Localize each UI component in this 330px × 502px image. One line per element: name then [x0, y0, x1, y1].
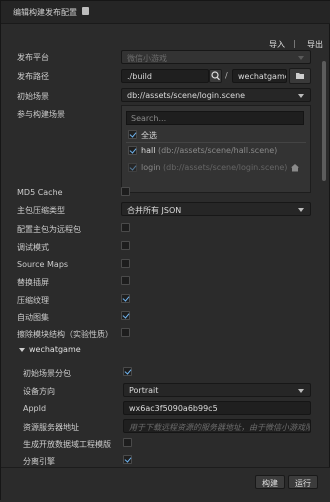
md5-cache-label: MD5 Cache: [17, 188, 63, 197]
separate-engine-checkbox[interactable]: [123, 455, 132, 464]
scenes-search-input[interactable]: Search...: [126, 111, 304, 125]
wechat-section-header[interactable]: wechatgame: [29, 345, 81, 354]
remote-server-label: 资源服务器地址: [23, 423, 79, 432]
auto-atlas-label: 自动图集: [17, 313, 49, 322]
scene-login-path: (db://assets/scene/login.scene): [163, 163, 288, 172]
appid-label: AppId: [23, 404, 47, 413]
chevron-down-icon: [298, 94, 304, 98]
replace-splash-checkbox[interactable]: [121, 276, 130, 285]
panel-divider: [126, 142, 306, 143]
scenes-panel: Search... 全选 hall (db://assets/scene/hal…: [121, 105, 311, 193]
compress-texture-label: 压缩纹理: [17, 296, 49, 305]
source-maps-checkbox[interactable]: [121, 259, 130, 268]
scenes-label: 参与构建场景: [17, 110, 65, 119]
initial-subpackage-label: 初始场景分包: [23, 369, 71, 378]
path-separator: /: [225, 71, 228, 80]
auto-atlas-checkbox[interactable]: [121, 311, 130, 320]
platform-value: 微信小游戏: [127, 54, 167, 63]
path-label: 发布路径: [17, 72, 49, 81]
scene-item-hall: hall (db://assets/scene/hall.scene): [141, 146, 277, 155]
path-dir-input[interactable]: wechatgame: [232, 69, 287, 83]
import-button[interactable]: 导入: [269, 39, 285, 50]
start-scene-value: db://assets/scene/login.scene: [127, 91, 246, 100]
lock-icon: [82, 7, 89, 15]
magnifier-icon: [211, 71, 220, 81]
remote-server-input[interactable]: 用于下载远程资源的服务器地址，由于微信小游戏限制…: [123, 419, 311, 433]
scene-hall-name: hall: [141, 146, 156, 155]
debug-checkbox[interactable]: [121, 241, 130, 250]
start-scene-select[interactable]: db://assets/scene/login.scene: [121, 88, 311, 102]
scene-item-login: login (db://assets/scene/login.scene): [141, 163, 287, 172]
scene-login-name: login: [141, 163, 161, 172]
build-button[interactable]: 构建: [255, 475, 285, 489]
erase-modules-checkbox[interactable]: [121, 328, 130, 337]
appid-value: wx6ac3f5090a6b99c5: [129, 404, 218, 413]
replace-splash-label: 替换插屏: [17, 278, 49, 287]
scene-login-checkbox: [128, 163, 137, 172]
export-button[interactable]: 导出: [307, 39, 323, 50]
home-icon: [291, 164, 299, 172]
scene-hall-path: (db://assets/scene/hall.scene): [157, 146, 278, 155]
select-all-label: 全选: [141, 131, 157, 140]
path-input[interactable]: ./build: [121, 69, 209, 83]
build-config-window: 编辑构建发布配置 导入 | 导出 发布平台 微信小游戏 发布路径 ./build…: [0, 0, 330, 502]
run-button[interactable]: 运行: [288, 475, 318, 489]
path-value: ./build: [127, 72, 152, 81]
path-dir-value: wechatgame: [238, 72, 287, 81]
platform-label: 发布平台: [17, 53, 49, 62]
debug-label: 调试模式: [17, 243, 49, 252]
source-maps-label: Source Maps: [17, 260, 69, 269]
main-compress-label: 主包压缩类型: [17, 206, 65, 215]
search-path-button[interactable]: [209, 69, 222, 83]
compress-texture-checkbox[interactable]: [121, 294, 130, 303]
main-remote-checkbox[interactable]: [121, 223, 130, 232]
browse-folder-button[interactable]: [289, 68, 311, 84]
separate-engine-label: 分离引擎: [23, 457, 55, 466]
md5-cache-checkbox[interactable]: [121, 187, 130, 196]
orientation-value: Portrait: [129, 386, 159, 395]
erase-modules-label: 擦除模块结构（实验性质）: [17, 330, 113, 339]
appid-input[interactable]: wx6ac3f5090a6b99c5: [123, 401, 311, 415]
select-all-checkbox[interactable]: [128, 130, 137, 139]
initial-subpackage-checkbox[interactable]: [123, 367, 132, 376]
main-compress-select[interactable]: 合并所有 JSON: [121, 202, 311, 216]
chevron-down-icon: [298, 208, 304, 212]
title-bar: 编辑构建发布配置: [1, 1, 330, 24]
chevron-down-icon: [298, 389, 304, 393]
window-title: 编辑构建发布配置: [13, 8, 77, 17]
chevron-down-icon: [298, 56, 304, 60]
start-scene-label: 初始场景: [17, 92, 49, 101]
orientation-label: 设备方向: [23, 387, 55, 396]
toolbar-separator: |: [293, 39, 296, 48]
remote-server-placeholder: 用于下载远程资源的服务器地址，由于微信小游戏限制…: [129, 423, 311, 432]
platform-select: 微信小游戏: [121, 50, 311, 64]
orientation-select[interactable]: Portrait: [123, 383, 311, 397]
scene-hall-checkbox[interactable]: [128, 146, 137, 155]
open-data-checkbox[interactable]: [123, 438, 132, 447]
chevron-down-icon[interactable]: [19, 348, 25, 352]
main-compress-value: 合并所有 JSON: [127, 206, 182, 215]
main-remote-label: 配置主包为远程包: [17, 225, 81, 234]
scrollbar-thumb[interactable]: [322, 61, 326, 181]
open-data-label: 生成开放数据域工程模版: [23, 440, 111, 449]
folder-icon: [296, 73, 304, 79]
